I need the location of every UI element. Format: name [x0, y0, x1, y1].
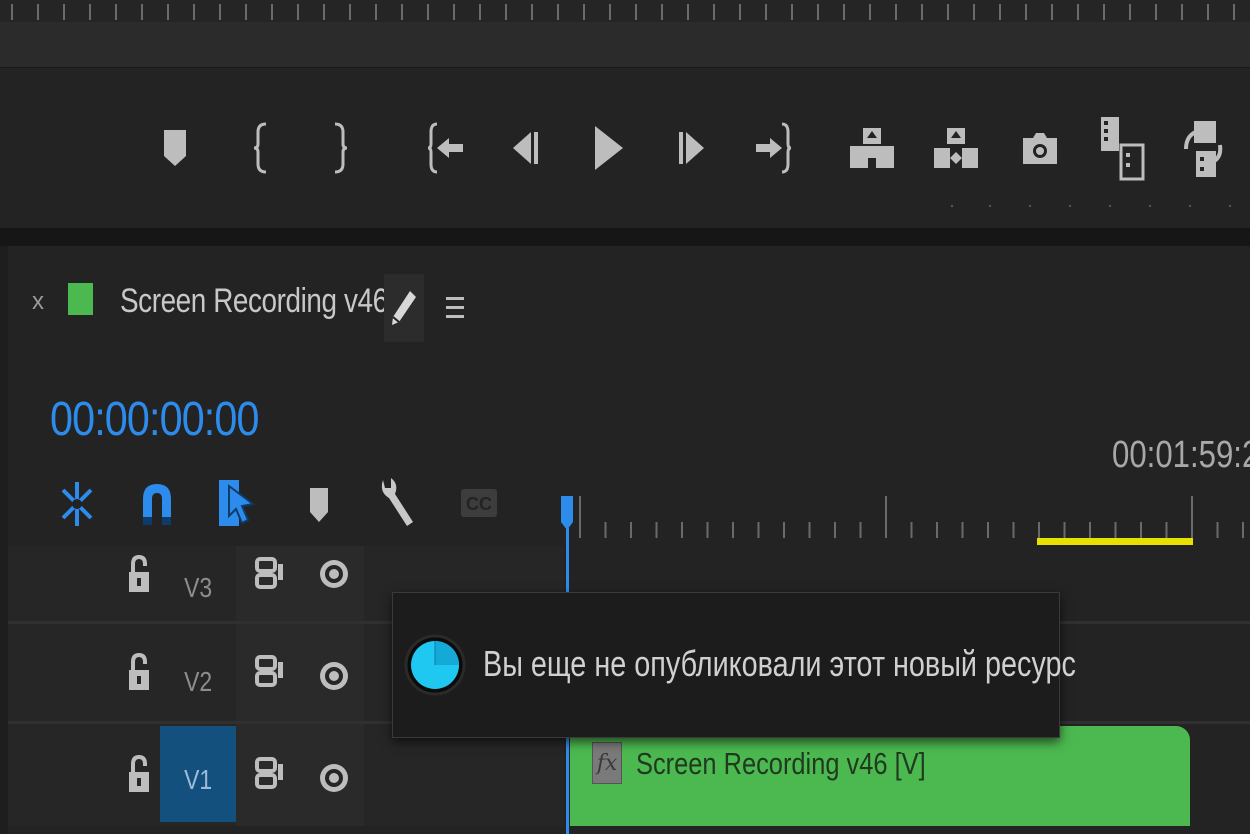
track-label: V3 [183, 572, 213, 603]
wrench-icon [381, 478, 413, 526]
go-to-out-button[interactable] [744, 112, 800, 184]
play-icon [595, 126, 623, 170]
go-to-in-button[interactable] [419, 112, 475, 184]
timeline-panel: x Screen Recording v46 00:00:00:00 00:01… [8, 246, 1250, 834]
track-visibility-v3[interactable] [312, 552, 356, 596]
linked-selection-icon [219, 480, 256, 526]
lift-button[interactable] [844, 112, 900, 184]
source-monitor-zoom-scrollbar[interactable] [0, 22, 1250, 68]
panel-resize-grip[interactable] [940, 203, 1240, 209]
fx-badge[interactable]: fx [592, 742, 622, 784]
track-lock-v2[interactable] [124, 650, 154, 694]
source-ruler-ticks [11, 4, 1235, 20]
sync-lock-v2[interactable] [252, 650, 288, 694]
snap-magnet-icon [143, 484, 171, 525]
sync-lock-icon [255, 757, 283, 789]
timeline-settings-tool[interactable] [374, 476, 420, 532]
export-frame-button[interactable] [1012, 112, 1068, 184]
sequence-color-label [68, 283, 93, 315]
hamburger-menu-icon [446, 297, 464, 318]
sequence-tab-title[interactable]: Screen Recording v46 [120, 282, 388, 321]
close-tab-button[interactable]: x [32, 290, 44, 314]
mark-out-button[interactable] [311, 112, 367, 184]
fx-label: fx [596, 750, 618, 776]
track-visibility-v1[interactable] [312, 756, 356, 800]
eye-icon [320, 662, 348, 690]
lock-icon [129, 554, 149, 592]
timeline-time-ruler[interactable] [568, 486, 1250, 540]
extract-button[interactable] [928, 112, 984, 184]
tooltip-icon-wrap [403, 611, 467, 719]
track-label: V1 [183, 764, 213, 795]
clip-name: Screen Recording v46 [V] [636, 746, 926, 781]
play-button[interactable] [580, 112, 636, 184]
playhead-handle[interactable] [559, 494, 575, 534]
sync-lock-v3[interactable] [252, 552, 288, 596]
panel-divider[interactable] [0, 228, 1250, 246]
video-clip[interactable]: fx Screen Recording v46 [V] [570, 726, 1190, 826]
overwrite-icon [1184, 121, 1223, 177]
add-marker-icon [164, 130, 186, 166]
lock-icon [129, 652, 149, 690]
sync-lock-icon [255, 655, 283, 687]
sync-lock-v1[interactable] [252, 752, 288, 796]
lock-icon [129, 754, 149, 792]
eye-icon [320, 764, 348, 792]
track-target-v1[interactable]: V1 [160, 726, 236, 822]
eye-icon [320, 560, 348, 588]
step-forward-icon [679, 132, 704, 164]
insert-icon [1101, 117, 1145, 181]
lift-icon [850, 128, 894, 168]
timeline-tab-header: x Screen Recording v46 [8, 246, 1250, 366]
track-lock-v1[interactable] [124, 752, 154, 796]
captions-tool[interactable]: CC [456, 476, 502, 532]
step-forward-button[interactable] [664, 112, 720, 184]
track-target-v3[interactable]: V3 [160, 534, 236, 630]
ruler-end-timecode: 00:01:59:25 [1112, 434, 1250, 476]
snap-toggle[interactable] [134, 476, 180, 532]
mark-in-icon [253, 122, 267, 174]
add-marker-button[interactable] [147, 112, 203, 184]
export-frame-icon [1023, 133, 1057, 164]
add-marker-tool[interactable] [296, 476, 342, 532]
panel-menu-button[interactable] [442, 290, 468, 326]
step-back-icon [513, 132, 538, 164]
pencil-icon [392, 291, 416, 325]
track-target-v2[interactable]: V2 [160, 628, 236, 724]
ripple-icon [61, 482, 93, 526]
add-marker-icon [310, 488, 328, 522]
go-to-out-icon [756, 122, 792, 174]
source-monitor-ruler[interactable] [0, 0, 1250, 22]
track-lock-v3[interactable] [124, 552, 154, 596]
mark-out-icon [334, 122, 348, 174]
go-to-in-icon [427, 122, 463, 174]
captions-icon: CC [461, 489, 497, 517]
insert-button[interactable] [1094, 112, 1150, 184]
edit-sequence-button[interactable] [384, 274, 424, 342]
ripple-edit-tool[interactable] [54, 476, 100, 532]
mark-in-button[interactable] [234, 112, 290, 184]
step-back-button[interactable] [497, 112, 553, 184]
track-label: V2 [183, 666, 213, 697]
tooltip-text: Вы еще не опубликовали этот новый ресурс [483, 643, 1076, 684]
captions-label: CC [466, 494, 492, 514]
overwrite-button[interactable] [1176, 112, 1232, 184]
publish-status-tooltip: Вы еще не опубликовали этот новый ресурс [392, 592, 1076, 738]
linked-selection-toggle[interactable] [214, 476, 260, 532]
playhead-timecode[interactable]: 00:00:00:00 [50, 392, 259, 447]
track-visibility-v2[interactable] [312, 654, 356, 698]
sync-lock-icon [255, 557, 283, 589]
work-area-bar[interactable] [1037, 538, 1193, 545]
extract-icon [934, 128, 978, 168]
cloud-sync-progress-icon [404, 634, 466, 696]
